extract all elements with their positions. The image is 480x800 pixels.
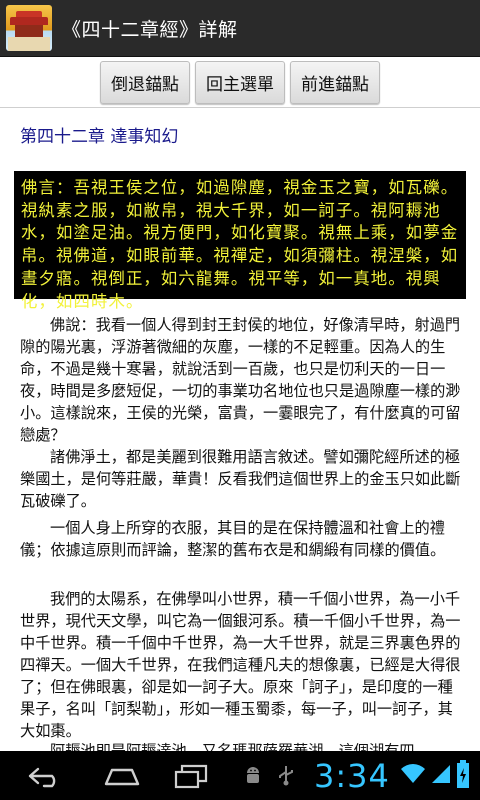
back-arrow-icon[interactable]: [26, 764, 62, 788]
commentary-paragraph: 我們的太陽系，在佛學叫小世界，積一千個小世界，為一小千世界，現代天文學，叫它為一…: [20, 590, 461, 740]
chapter-title: 第四十二章 達事知幻: [20, 127, 179, 147]
android-debug-icon: [247, 767, 259, 783]
commentary-paragraph: 阿耨池即是阿耨達池，又名瑪那薩羅華湖，這個湖有四: [50, 742, 415, 751]
back-anchor-button[interactable]: 倒退錨點: [100, 61, 190, 104]
status-clock: 3:34: [314, 757, 390, 795]
commentary-paragraph: 一個人身上所穿的衣服，其目的是在保持體溫和社會上的禮儀；依據這原則而評論，整潔的…: [20, 519, 446, 559]
article-content[interactable]: 第四十二章 達事知幻 佛言：吾視王侯之位，如過隙塵，視金玉之寶，如瓦礫。視紈素之…: [0, 108, 480, 751]
sutra-text: 佛言：吾視王侯之位，如過隙塵，視金玉之寶，如瓦礫。視紈素之服，如敝帛，視大千界，…: [21, 178, 459, 311]
app-title: 《四十二章經》詳解: [62, 18, 238, 41]
temple-icon[interactable]: [6, 5, 52, 51]
recent-apps-icon[interactable]: [174, 763, 208, 789]
home-icon[interactable]: [102, 766, 142, 786]
sutra-quote-box: 佛言：吾視王侯之位，如過隙塵，視金玉之寶，如瓦礫。視紈素之服，如敝帛，視大千界，…: [14, 171, 466, 311]
wifi-icon: [401, 764, 425, 783]
forward-anchor-button[interactable]: 前進錨點: [290, 61, 380, 104]
anchor-toolbar: 倒退錨點 回主選單 前進錨點: [0, 57, 480, 108]
system-bar: 3:34: [0, 751, 480, 800]
commentary-paragraph: 佛說：我看一個人得到封王封侯的地位，好像清早時，射過門隙的陽光裏，浮游著微細的灰…: [20, 316, 461, 444]
battery-icon: [457, 760, 469, 788]
action-bar: 《四十二章經》詳解: [0, 0, 480, 57]
commentary-paragraph: 諸佛淨土，都是美麗到很難用語言敘述。譬如彌陀經所述的極樂國土，是何等莊嚴，華貴！…: [20, 448, 461, 510]
usb-icon: [279, 766, 293, 786]
signal-icon: [432, 765, 450, 783]
main-menu-button[interactable]: 回主選單: [195, 61, 285, 104]
